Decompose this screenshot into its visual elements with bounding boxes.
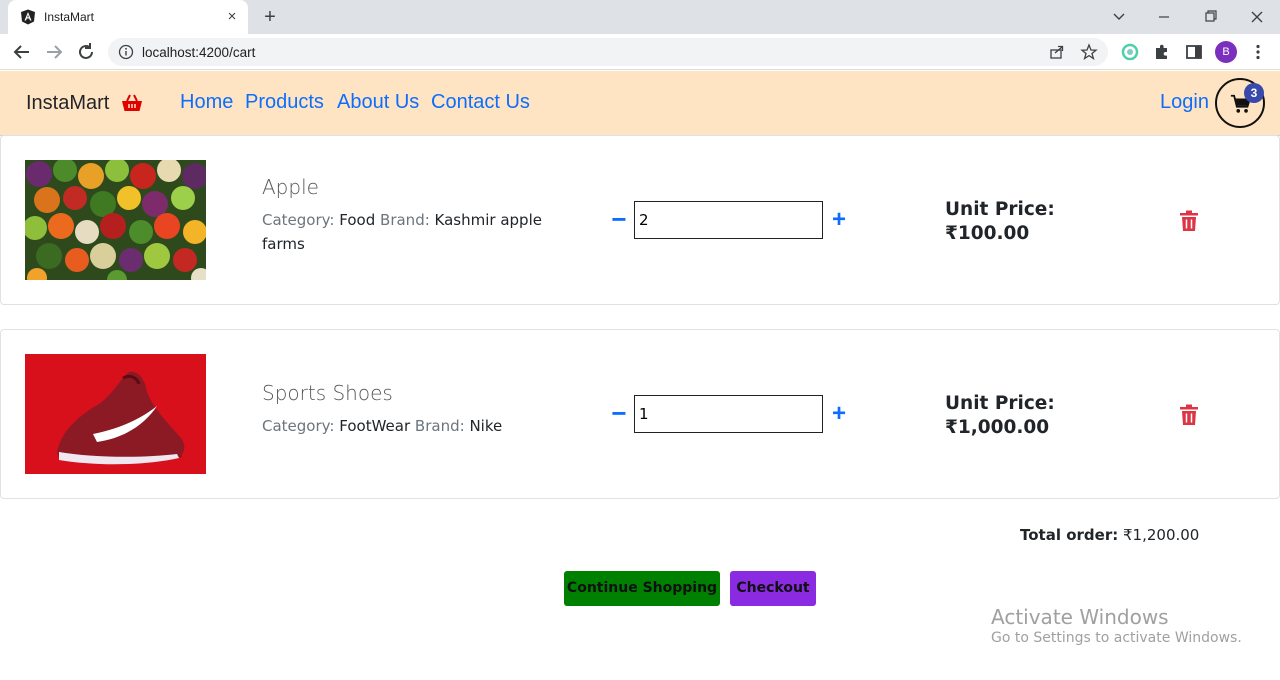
tab-title: InstaMart xyxy=(44,10,95,24)
activate-windows-title: Activate Windows xyxy=(991,605,1169,629)
forward-arrow-icon[interactable] xyxy=(42,40,66,64)
browser-toolbar: localhost:4200/cart B xyxy=(0,34,1280,70)
app-navbar: InstaMart Home Products About Us Contact… xyxy=(0,71,1280,136)
total-label: Total order: xyxy=(1020,526,1119,544)
delete-trash-icon[interactable] xyxy=(1179,210,1199,232)
address-url[interactable]: localhost:4200/cart xyxy=(142,45,255,60)
product-name: Sports Shoes xyxy=(262,381,393,405)
nav-link-about[interactable]: About Us xyxy=(337,91,419,114)
continue-shopping-button[interactable]: Continue Shopping xyxy=(564,571,720,606)
increase-quantity-button[interactable]: + xyxy=(829,208,849,232)
angular-favicon-icon xyxy=(21,9,35,25)
decrease-quantity-button[interactable]: − xyxy=(609,206,629,232)
product-meta: Category: Food Brand: Kashmir apple farm… xyxy=(262,208,552,256)
side-panel-icon[interactable] xyxy=(1184,42,1204,62)
quantity-input[interactable] xyxy=(634,201,823,239)
browser-tabstrip: InstaMart × + xyxy=(0,0,1280,34)
cart-item-card: Apple Category: Food Brand: Kashmir appl… xyxy=(0,135,1280,305)
category-value: Food xyxy=(339,211,376,229)
back-arrow-icon[interactable] xyxy=(10,40,34,64)
restore-icon[interactable] xyxy=(1188,4,1232,30)
tab-close-icon[interactable]: × xyxy=(224,9,240,25)
increase-quantity-button[interactable]: + xyxy=(829,402,849,426)
cart-count-badge: 3 xyxy=(1244,83,1264,103)
brand-name[interactable]: InstaMart xyxy=(26,92,109,115)
category-value: FootWear xyxy=(339,417,411,435)
cart-item-card: Sports Shoes Category: FootWear Brand: N… xyxy=(0,329,1280,499)
address-bar[interactable]: localhost:4200/cart xyxy=(108,38,1108,66)
tab-search-chevron-icon[interactable] xyxy=(1097,4,1141,30)
extension-circle-icon[interactable] xyxy=(1120,42,1140,62)
quantity-input[interactable] xyxy=(634,395,823,433)
login-link[interactable]: Login xyxy=(1160,91,1209,114)
unit-price-value: ₹100.00 xyxy=(945,223,1030,244)
decrease-quantity-button[interactable]: − xyxy=(609,400,629,426)
checkout-button[interactable]: Checkout xyxy=(730,571,816,606)
unit-price-label: Unit Price: xyxy=(945,393,1055,414)
reload-icon[interactable] xyxy=(74,40,98,64)
extensions-puzzle-icon[interactable] xyxy=(1152,42,1172,62)
close-window-icon[interactable] xyxy=(1234,4,1278,30)
nav-link-products[interactable]: Products xyxy=(245,91,324,114)
cart-button[interactable]: 3 xyxy=(1215,78,1265,128)
order-total: Total order: ₹1,200.00 xyxy=(1020,526,1199,544)
brand-label: Brand: xyxy=(414,417,465,435)
minimize-icon[interactable] xyxy=(1142,4,1186,30)
product-name: Apple xyxy=(262,175,319,199)
nav-link-home[interactable]: Home xyxy=(180,91,233,114)
share-icon[interactable] xyxy=(1048,43,1066,61)
product-image-sports-shoes xyxy=(25,354,206,474)
product-image-apple xyxy=(25,160,206,280)
brand-value: Nike xyxy=(469,417,503,435)
product-meta: Category: FootWear Brand: Nike xyxy=(262,414,552,438)
total-value: ₹1,200.00 xyxy=(1123,526,1200,544)
bookmark-star-icon[interactable] xyxy=(1080,43,1098,61)
delete-trash-icon[interactable] xyxy=(1179,404,1199,426)
brand-label: Brand: xyxy=(380,211,430,229)
unit-price-value: ₹1,000.00 xyxy=(945,417,1050,438)
category-label: Category: xyxy=(262,417,335,435)
new-tab-button[interactable]: + xyxy=(258,5,282,29)
category-label: Category: xyxy=(262,211,335,229)
site-info-icon[interactable] xyxy=(118,44,134,60)
profile-avatar[interactable]: B xyxy=(1215,41,1237,63)
browser-tab-active[interactable]: InstaMart × xyxy=(8,0,248,34)
nav-link-contact[interactable]: Contact Us xyxy=(431,91,530,114)
unit-price-label: Unit Price: xyxy=(945,199,1055,220)
activate-windows-subtitle: Go to Settings to activate Windows. xyxy=(991,630,1242,646)
basket-icon xyxy=(122,94,142,111)
kebab-menu-icon[interactable] xyxy=(1248,42,1268,62)
